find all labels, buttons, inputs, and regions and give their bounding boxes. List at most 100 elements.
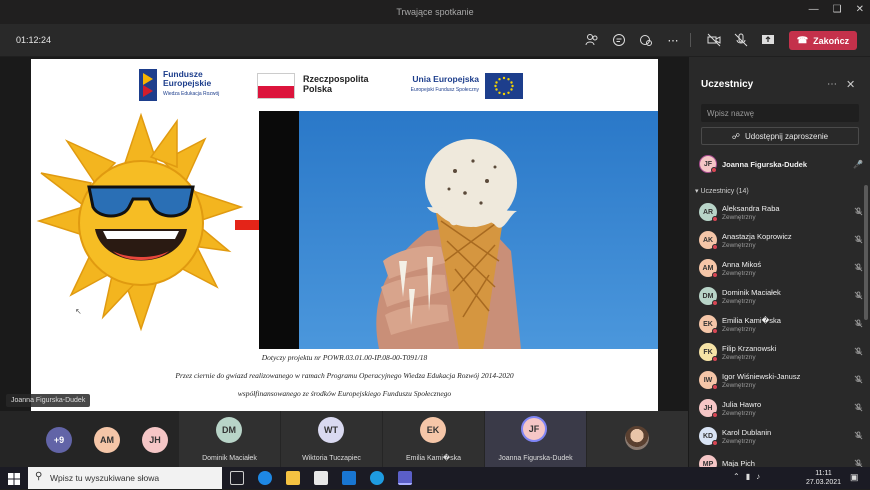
taskbar-clock[interactable]: 11:11 27.03.2021 bbox=[806, 469, 841, 487]
avatar: JH bbox=[699, 399, 718, 418]
file-explorer-icon[interactable] bbox=[286, 471, 300, 485]
participant-role: Zewnętrzny bbox=[722, 353, 756, 361]
avatar-initials: JF bbox=[703, 160, 713, 168]
participant-role: Zewnętrzny bbox=[722, 269, 756, 277]
participant-row[interactable]: KD Karol Dublanin Zewnętrzny bbox=[699, 423, 864, 449]
logo3-line1: Unia Europejska bbox=[412, 74, 479, 84]
taskbar-search-input[interactable]: ⚲ Wpisz tu wyszukiwane słowa bbox=[28, 467, 222, 489]
organizer-name: Joanna Figurska-Dudek bbox=[722, 159, 808, 169]
sun-with-sunglasses-image bbox=[33, 111, 249, 333]
self-video-tile[interactable] bbox=[587, 411, 688, 467]
presenter-name-tag: Joanna Figurska-Dudek bbox=[6, 394, 91, 407]
store-icon[interactable] bbox=[314, 471, 328, 485]
participant-role: Zewnętrzny bbox=[722, 325, 756, 333]
meeting-timer: 01:12:24 bbox=[16, 35, 52, 45]
video-tile[interactable]: EK Emilia Kami�ska bbox=[383, 411, 484, 467]
tile-avatar-jh[interactable]: JH bbox=[142, 427, 168, 453]
participant-name: Aleksandra Raba bbox=[722, 203, 780, 213]
participants-panel: Uczestnicy ⋯ ✕ Wpisz nazwę ☍ Udostępnij … bbox=[688, 57, 870, 474]
status-dot bbox=[712, 384, 718, 390]
tile-avatar: JF bbox=[521, 416, 547, 442]
video-tile[interactable]: WT Wiktoria Tuczapiec bbox=[281, 411, 382, 467]
avatar-initials: AR bbox=[702, 208, 714, 216]
task-view-icon[interactable] bbox=[230, 471, 244, 485]
mic-muted-icon bbox=[852, 346, 864, 358]
minimize-icon[interactable]: — bbox=[809, 4, 819, 15]
unia-europejska-logo: Unia Europejska Europejski Fundusz Społe… bbox=[391, 71, 531, 101]
avatar-initials: AM bbox=[702, 264, 714, 272]
video-tile[interactable]: DM Dominik Maciałek bbox=[179, 411, 280, 467]
participant-role: Zewnętrzny bbox=[722, 437, 756, 445]
share-screen-icon[interactable] bbox=[760, 32, 776, 48]
chat-icon[interactable] bbox=[611, 32, 627, 48]
mic-muted-icon bbox=[852, 262, 864, 274]
windows-start-icon[interactable] bbox=[8, 472, 20, 490]
tile-avatar: WT bbox=[318, 417, 344, 443]
tile-avatar-am[interactable]: AM bbox=[94, 427, 120, 453]
tile-name: Wiktoria Tuczapiec bbox=[302, 455, 361, 462]
more-options-icon[interactable]: ⋯ bbox=[665, 32, 681, 48]
participant-row[interactable]: AM Anna Mikoś Zewnętrzny bbox=[699, 255, 864, 281]
restore-icon[interactable]: ❑ bbox=[833, 4, 842, 15]
avatar: FK bbox=[699, 343, 718, 362]
avatar-initials: IW bbox=[703, 376, 713, 384]
tile-name: Joanna Figurska-Dudek bbox=[498, 455, 573, 462]
avatar: EK bbox=[699, 315, 718, 334]
avatar: AM bbox=[699, 259, 718, 278]
reactions-icon[interactable] bbox=[638, 32, 654, 48]
avatar: JF bbox=[699, 155, 717, 173]
panel-close-icon[interactable]: ✕ bbox=[846, 78, 855, 91]
clock-time: 11:11 bbox=[815, 470, 832, 477]
participant-name: Filip Krzanowski bbox=[722, 343, 777, 353]
participant-row[interactable]: AK Anastazja Koprowicz Zewnętrzny bbox=[699, 227, 864, 253]
participant-name: Karol Dublanin bbox=[722, 427, 772, 437]
slide-funding-text: współfinansowanego ze środków Europejski… bbox=[237, 389, 452, 398]
avatar-initials: KD bbox=[702, 432, 714, 440]
search-icon: ⚲ bbox=[35, 471, 43, 482]
more-participants-badge[interactable]: +9 bbox=[46, 427, 72, 453]
window-title: Trwające spotkanie bbox=[396, 7, 474, 17]
tile-avatar: DM bbox=[216, 417, 242, 443]
logo2-line2: Polska bbox=[303, 84, 333, 94]
mic-off-icon[interactable] bbox=[733, 32, 749, 48]
notifications-icon[interactable]: ▣ bbox=[850, 472, 859, 483]
tile-avatar: EK bbox=[420, 417, 446, 443]
share-invite-label: Udostępnij zaproszenie bbox=[744, 131, 829, 141]
video-strip: +9 AM JH DM Dominik Maciałek WT Wiktoria… bbox=[0, 411, 688, 467]
participant-row[interactable]: DM Dominik Maciałek Zewnętrzny bbox=[699, 283, 864, 309]
self-video-thumbnail bbox=[625, 426, 649, 450]
window-titlebar: Trwające spotkanie — ❑ ✕ bbox=[0, 0, 870, 24]
end-meeting-button[interactable]: ☎ Zakończ bbox=[789, 31, 857, 50]
participant-row[interactable]: FK Filip Krzanowski Zewnętrzny bbox=[699, 339, 864, 365]
organizer-row[interactable]: JF Joanna Figurska-Dudek 🎤 bbox=[699, 151, 864, 177]
mouse-cursor-icon: ↖ bbox=[75, 307, 82, 316]
presentation-slide: Fundusze Europejskie Wiedza Edukacja Roz… bbox=[31, 59, 658, 411]
collapse-chevron-icon: ▾ bbox=[695, 188, 699, 195]
participant-role: Zewnętrzny bbox=[722, 381, 756, 389]
participant-search-input[interactable]: Wpisz nazwę bbox=[701, 104, 859, 122]
panel-scrollbar[interactable] bbox=[864, 185, 868, 320]
mail-icon[interactable] bbox=[342, 471, 356, 485]
participant-row[interactable]: IW Igor Wiśniewski-Janusz Zewnętrzny bbox=[699, 367, 864, 393]
system-tray-icons[interactable]: ⌃▮♪ bbox=[733, 472, 766, 481]
participant-row[interactable]: AR Aleksandra Raba Zewnętrzny bbox=[699, 199, 864, 225]
video-tile-active-speaker[interactable]: JF Joanna Figurska-Dudek bbox=[485, 411, 586, 467]
avatar: IW bbox=[699, 371, 718, 390]
mic-muted-icon bbox=[852, 374, 864, 386]
panel-more-icon[interactable]: ⋯ bbox=[827, 79, 837, 90]
close-window-icon[interactable]: ✕ bbox=[856, 4, 864, 15]
participant-row[interactable]: EK Emilia Kami�ska Zewnętrzny bbox=[699, 311, 864, 337]
edge-browser-icon[interactable] bbox=[258, 471, 272, 485]
participant-row[interactable]: JH Julia Hawro Zewnętrzny bbox=[699, 395, 864, 421]
participants-section-header[interactable]: ▾ Uczestnicy (14) bbox=[695, 187, 749, 195]
camera-off-icon[interactable] bbox=[706, 32, 722, 48]
avatar: AR bbox=[699, 203, 718, 222]
teams-icon[interactable] bbox=[398, 471, 412, 485]
browser-icon[interactable] bbox=[370, 471, 384, 485]
participant-name: Dominik Maciałek bbox=[722, 287, 781, 297]
avatar: DM bbox=[699, 287, 718, 306]
avatar: AK bbox=[699, 231, 718, 250]
participants-icon[interactable] bbox=[584, 32, 600, 48]
logo1-line3: Wiedza Edukacja Rozwój bbox=[163, 91, 220, 97]
share-invite-button[interactable]: ☍ Udostępnij zaproszenie bbox=[701, 127, 859, 145]
